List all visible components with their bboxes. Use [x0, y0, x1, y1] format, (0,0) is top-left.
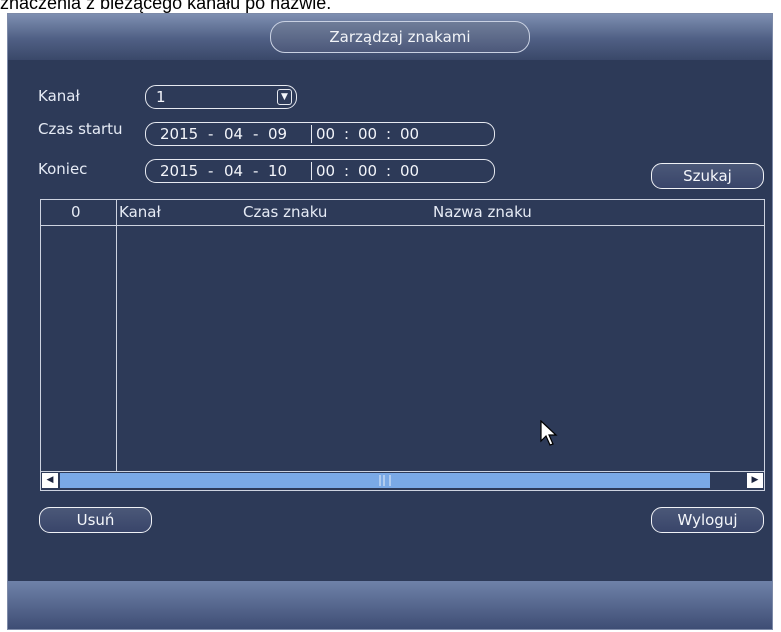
end-hour[interactable]: 00: [316, 160, 335, 182]
end-year[interactable]: 2015: [160, 160, 198, 182]
horizontal-scrollbar[interactable]: ◀ ▶: [41, 471, 764, 490]
start-datetime-field[interactable]: 2015 - 04 - 09 00 : 00 : 00: [145, 122, 495, 146]
footer-bar: [8, 581, 772, 629]
arrow-right-icon[interactable]: ▶: [747, 473, 763, 488]
delete-button[interactable]: Usuń: [39, 507, 152, 533]
column-divider: [116, 200, 117, 472]
column-header-mark-time[interactable]: Czas znaku: [243, 203, 327, 221]
end-minute[interactable]: 00: [358, 160, 377, 182]
column-header-channel[interactable]: Kanał: [119, 203, 161, 221]
grip-icon: [379, 475, 391, 486]
search-button[interactable]: Szukaj: [651, 163, 764, 189]
channel-value: 1: [156, 88, 166, 106]
time-separator: :: [386, 162, 392, 180]
start-time-label: Czas startu: [38, 120, 123, 138]
start-hour[interactable]: 00: [316, 123, 335, 145]
date-separator: -: [208, 125, 214, 143]
time-separator: :: [344, 162, 350, 180]
end-day[interactable]: 10: [268, 160, 287, 182]
scrollbar-thumb[interactable]: [60, 473, 710, 488]
table-header: 0 Kanał Czas znaku Nazwa znaku: [41, 200, 764, 226]
time-separator: :: [386, 125, 392, 143]
time-separator: :: [344, 125, 350, 143]
channel-label: Kanał: [38, 87, 80, 105]
column-header-index[interactable]: 0: [71, 203, 81, 221]
start-month[interactable]: 04: [224, 123, 243, 145]
date-separator: -: [208, 162, 214, 180]
field-divider: [311, 125, 312, 143]
end-time-label: Koniec: [38, 160, 88, 178]
start-second[interactable]: 00: [400, 123, 419, 145]
window-title: Zarządzaj znakami: [270, 21, 530, 53]
column-header-mark-name[interactable]: Nazwa znaku: [433, 203, 532, 221]
end-datetime-field[interactable]: 2015 - 04 - 10 00 : 00 : 00: [145, 159, 495, 183]
end-month[interactable]: 04: [224, 160, 243, 182]
title-bar: Zarządzaj znakami: [8, 14, 772, 60]
page-caption: znaczenia z bieżącego kanału po nazwie.: [0, 0, 332, 13]
arrow-left-icon[interactable]: ◀: [42, 473, 58, 488]
chevron-down-icon[interactable]: ▼: [277, 89, 292, 105]
start-day[interactable]: 09: [268, 123, 287, 145]
start-year[interactable]: 2015: [160, 123, 198, 145]
marks-table: 0 Kanał Czas znaku Nazwa znaku ◀ ▶: [40, 199, 765, 491]
logout-button[interactable]: Wyloguj: [651, 507, 764, 533]
field-divider: [311, 162, 312, 180]
date-separator: -: [253, 125, 259, 143]
mark-manager-window: Zarządzaj znakami Kanał 1 ▼ Czas startu …: [7, 13, 773, 630]
date-separator: -: [253, 162, 259, 180]
channel-select[interactable]: 1 ▼: [145, 85, 297, 109]
mouse-pointer-icon: [540, 420, 558, 446]
start-minute[interactable]: 00: [358, 123, 377, 145]
end-second[interactable]: 00: [400, 160, 419, 182]
